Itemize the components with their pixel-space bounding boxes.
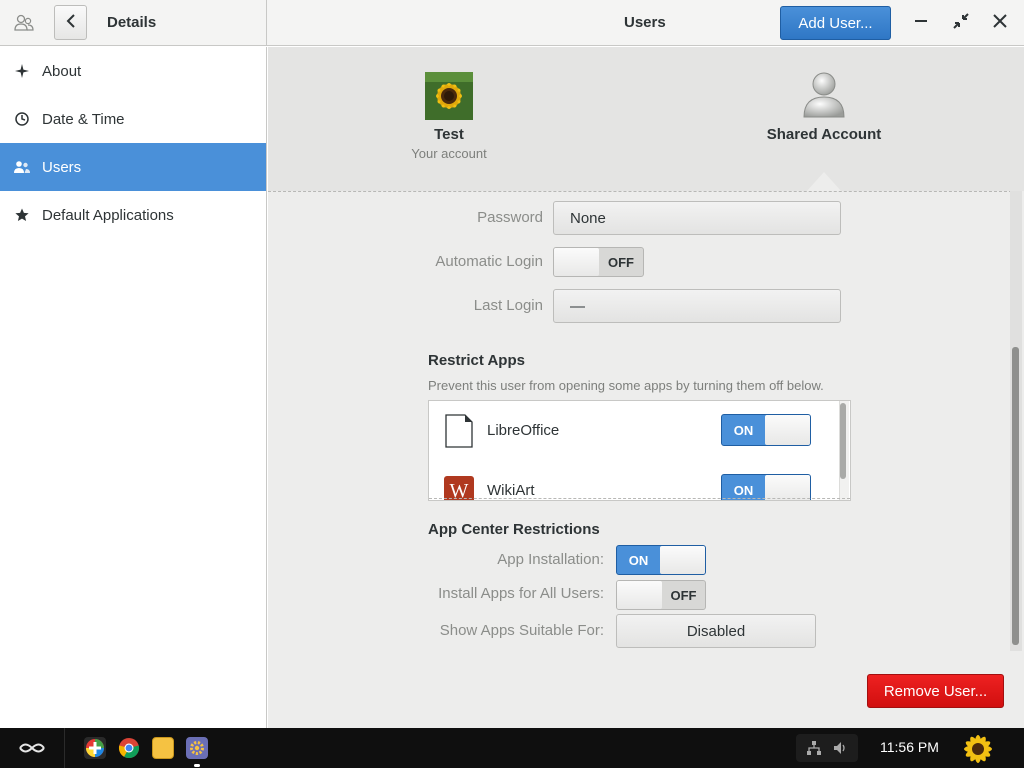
- app-toggle-switch[interactable]: ON: [721, 414, 811, 446]
- sidebar-item-about[interactable]: About: [0, 47, 266, 95]
- sidebar-header: Details: [0, 0, 267, 46]
- list-scrollbar[interactable]: [840, 403, 846, 479]
- clock[interactable]: 11:56 PM: [880, 739, 939, 755]
- selection-pointer: [806, 172, 842, 192]
- volume-icon: [832, 740, 848, 760]
- switch-state: ON: [628, 552, 649, 568]
- unmaximize-button[interactable]: [949, 11, 973, 35]
- chrome-icon[interactable]: [118, 737, 140, 759]
- app-center-title: App Center Restrictions: [428, 521, 600, 538]
- sidebar-item-label: Users: [42, 158, 82, 176]
- password-label: Password: [477, 209, 543, 226]
- users-icon: [14, 159, 30, 175]
- password-button[interactable]: None: [553, 201, 841, 235]
- sidebar-item-default-applications[interactable]: Default Applications: [0, 191, 266, 239]
- sidebar-item-date-time[interactable]: Date & Time: [0, 95, 266, 143]
- sidebar-item-label: Date & Time: [42, 110, 125, 128]
- list-item: W WikiArt ON: [429, 461, 850, 500]
- switch-knob: [660, 546, 705, 574]
- network-icon: [806, 740, 822, 760]
- running-indicator: [194, 764, 200, 767]
- users-app-icon: [14, 14, 34, 32]
- close-icon: [992, 13, 1008, 33]
- divider: [429, 498, 850, 499]
- page-title: Users: [624, 14, 666, 31]
- details-title: Details: [107, 14, 157, 31]
- remove-user-button[interactable]: Remove User...: [867, 674, 1004, 708]
- account-name[interactable]: Test: [368, 126, 530, 143]
- account-carousel: Test Your account Shared Account: [268, 47, 1024, 192]
- clock-icon: [14, 111, 30, 127]
- switch-knob: [554, 248, 599, 276]
- settings-gear-icon[interactable]: [186, 737, 208, 759]
- autologin-switch[interactable]: OFF: [553, 247, 644, 277]
- taskbar: 11:56 PM: [0, 728, 1024, 768]
- sidebar: About Date & Time Users Default Applicat…: [0, 47, 267, 728]
- main-header: Users Add User...: [267, 0, 1024, 46]
- switch-knob: [765, 415, 810, 445]
- switch-state: OFF: [608, 254, 634, 270]
- suitable-for-label: Show Apps Suitable For:: [439, 622, 604, 639]
- sparkle-icon: [14, 63, 30, 79]
- install-all-users-switch[interactable]: OFF: [616, 580, 706, 610]
- endless-logo-icon[interactable]: [18, 740, 46, 760]
- account-test[interactable]: [425, 72, 473, 120]
- switch-state: OFF: [670, 587, 697, 603]
- switch-state: ON: [733, 422, 754, 438]
- list-item: LibreOffice ON: [429, 401, 850, 461]
- restore-icon: [952, 12, 970, 34]
- switch-knob: [617, 581, 662, 609]
- sunflower-avatar-icon: [425, 72, 473, 120]
- shared-account-avatar-icon[interactable]: [802, 71, 846, 119]
- suitable-for-button[interactable]: Disabled: [616, 614, 816, 648]
- app-center-icon[interactable]: [84, 737, 106, 759]
- files-icon[interactable]: [152, 737, 174, 759]
- app-installation-switch[interactable]: ON: [616, 545, 706, 575]
- add-user-button[interactable]: Add User...: [780, 6, 891, 40]
- install-all-users-label: Install Apps for All Users:: [438, 585, 604, 602]
- app-name: WikiArt: [487, 482, 535, 499]
- restrict-apps-title: Restrict Apps: [428, 352, 525, 369]
- divider: [64, 728, 65, 768]
- close-button[interactable]: [988, 11, 1012, 35]
- scrollbar[interactable]: [1012, 347, 1019, 645]
- chevron-left-icon: [66, 13, 76, 32]
- sidebar-item-users[interactable]: Users: [0, 143, 266, 191]
- document-icon: [445, 414, 473, 452]
- app-installation-label: App Installation:: [497, 551, 604, 568]
- system-tray[interactable]: [796, 734, 858, 762]
- minimize-button[interactable]: [909, 11, 933, 35]
- divider: [268, 191, 1012, 192]
- star-icon: [14, 207, 30, 223]
- restrict-apps-list: LibreOffice ON W WikiArt ON: [428, 400, 851, 501]
- last-login-button[interactable]: —: [553, 289, 841, 323]
- account-subtitle: Your account: [411, 146, 487, 161]
- account-name[interactable]: Shared Account: [738, 126, 910, 143]
- lastlogin-label: Last Login: [473, 297, 543, 314]
- autologin-label: Automatic Login: [435, 253, 543, 270]
- sidebar-item-label: About: [42, 62, 82, 80]
- settings-window: Details Users Add User... About Date & T…: [0, 0, 1024, 728]
- app-toggle-switch[interactable]: ON: [721, 474, 811, 500]
- restrict-apps-description: Prevent this user from opening some apps…: [428, 378, 824, 393]
- app-name: LibreOffice: [487, 422, 560, 439]
- main-panel: Test Your account Shared Account Passwor…: [268, 47, 1024, 728]
- back-button[interactable]: [54, 5, 87, 40]
- user-sunflower-icon[interactable]: [962, 733, 994, 765]
- minimize-icon: [913, 13, 929, 33]
- sidebar-item-label: Default Applications: [42, 206, 174, 224]
